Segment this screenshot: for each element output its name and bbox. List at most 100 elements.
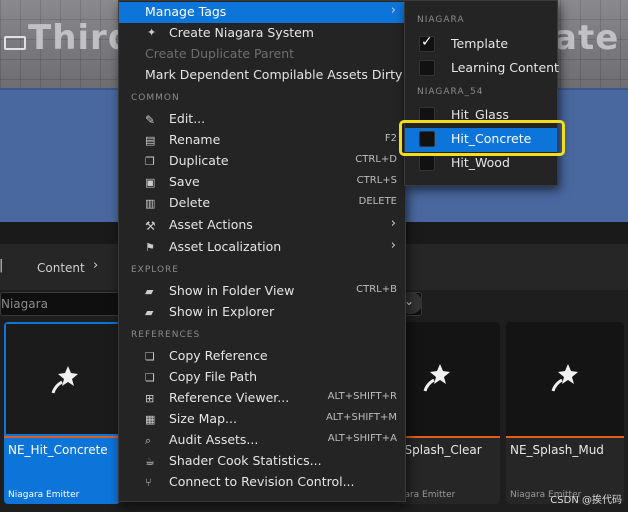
asset-name: NE_Splash_Mud xyxy=(510,443,604,457)
shortcut-label: CTRL+S xyxy=(356,175,397,186)
pencil-icon: ✎ xyxy=(145,113,156,127)
asset-type: Niagara Emitter xyxy=(8,490,80,500)
menu-item-label: Edit... xyxy=(169,111,206,126)
menu-item-label: Size Map... xyxy=(169,411,237,426)
shortcut-label: F2 xyxy=(384,133,397,144)
section-header-references: REFERENCES xyxy=(131,330,201,340)
menu-item-label: Connect to Revision Control... xyxy=(169,474,355,489)
menu-item-shader-cook-statistics[interactable]: ☕ Shader Cook Statistics... xyxy=(119,451,405,472)
wrench-icon: ⚒ xyxy=(145,219,156,233)
menu-item-delete[interactable]: ▥ Delete DELETE xyxy=(119,193,405,214)
section-header-explore: EXPLORE xyxy=(131,265,179,275)
menu-item-reference-viewer[interactable]: ⊞ Reference Viewer... ALT+SHIFT+R xyxy=(119,388,405,409)
breadcrumb-item-content[interactable]: Content xyxy=(37,261,85,275)
menu-item-size-map[interactable]: ▦ Size Map... ALT+SHIFT+M xyxy=(119,409,405,430)
stats-icon: ☕ xyxy=(145,455,155,468)
audit-icon: ⌕ xyxy=(145,434,152,447)
menu-item-mark-dependent-dirty[interactable]: Mark Dependent Compilable Assets Dirty xyxy=(119,65,405,86)
chevron-right-icon: › xyxy=(93,258,99,273)
menu-item-label: Manage Tags xyxy=(145,4,227,19)
tag-label: Learning Content xyxy=(451,60,559,75)
menu-item-audit-assets[interactable]: ⌕ Audit Assets... ALT+SHIFT+A xyxy=(119,430,405,451)
checkbox[interactable] xyxy=(419,60,435,76)
menu-item-asset-localization[interactable]: ⚑ Asset Localization › xyxy=(119,237,405,258)
chevron-right-icon: › xyxy=(390,238,396,253)
menu-item-label: Shader Cook Statistics... xyxy=(169,453,322,468)
menu-item-edit[interactable]: ✎ Edit... xyxy=(119,109,405,130)
menu-item-label: Mark Dependent Compilable Assets Dirty xyxy=(145,67,403,82)
highlight-annotation xyxy=(399,120,565,156)
asset-type-bar xyxy=(4,436,120,438)
menu-item-label: Create Niagara System xyxy=(169,25,314,40)
copy-icon: ❏ xyxy=(145,350,155,363)
asset-thumbnail xyxy=(506,322,624,436)
shortcut-label: CTRL+B xyxy=(356,284,397,295)
menu-item-show-in-folder-view[interactable]: ▰ Show in Folder View CTRL+B xyxy=(119,281,405,302)
shortcut-label: ALT+SHIFT+A xyxy=(327,433,397,444)
tag-item-learning-content[interactable]: Learning Content xyxy=(405,57,559,81)
section-header-niagara: NIAGARA xyxy=(417,15,465,25)
menu-item-label: Asset Localization xyxy=(169,239,282,254)
manage-tags-submenu: NIAGARA ✓ Template Learning Content NIAG… xyxy=(404,0,559,186)
menu-item-label: Audit Assets... xyxy=(169,432,259,447)
menu-item-save[interactable]: ▣ Save CTRL+S xyxy=(119,172,405,193)
chevron-right-icon: | xyxy=(0,258,4,273)
tag-item-template[interactable]: ✓ Template xyxy=(405,33,557,57)
menu-item-copy-file-path[interactable]: ❏ Copy File Path xyxy=(119,367,405,388)
asset-thumbnail xyxy=(392,322,500,436)
shortcut-label: ALT+SHIFT+M xyxy=(325,412,397,423)
menu-item-label: Delete xyxy=(169,195,211,210)
size-map-icon: ▦ xyxy=(145,413,156,426)
menu-item-label: Rename xyxy=(169,132,221,147)
checkmark-icon: ✓ xyxy=(421,34,433,50)
menu-item-label: Show in Folder View xyxy=(169,283,295,298)
checkbox[interactable]: ✓ xyxy=(419,34,435,52)
asset-tile-ne-splash-mud[interactable]: NE_Splash_Mud Niagara Emitter xyxy=(506,322,624,504)
niagara-emitter-icon: ✦ xyxy=(147,26,157,39)
checkbox[interactable] xyxy=(419,155,435,171)
tag-label: Hit_Wood xyxy=(451,155,510,170)
shortcut-label: ALT+SHIFT+R xyxy=(327,391,397,402)
viewport-banner-text-right: ate xyxy=(554,18,620,58)
asset-tile-ne-hit-concrete[interactable]: NE_Hit_Concrete Niagara Emitter xyxy=(4,322,120,504)
shortcut-label: DELETE xyxy=(358,196,397,207)
asset-context-menu: Manage Tags › ✦ Create Niagara System Cr… xyxy=(118,0,406,502)
niagara-emitter-icon xyxy=(51,366,78,394)
menu-item-label: Reference Viewer... xyxy=(169,390,290,405)
shortcut-label: CTRL+D xyxy=(355,154,397,165)
duplicate-icon: ❐ xyxy=(145,155,155,168)
copy-icon: ❏ xyxy=(145,371,155,384)
menu-item-create-duplicate-parent: Create Duplicate Parent xyxy=(119,44,405,65)
section-header-common: COMMON xyxy=(131,93,180,103)
asset-tile-ne-splash-clear[interactable]: NE_Splash_Clear Niagara Emitter xyxy=(392,322,500,504)
menu-item-label: Copy File Path xyxy=(169,369,258,384)
menu-item-show-in-explorer[interactable]: ▰ Show in Explorer xyxy=(119,302,405,323)
menu-item-label: Save xyxy=(169,174,200,189)
menu-item-copy-reference[interactable]: ❏ Copy Reference xyxy=(119,346,405,367)
menu-item-create-niagara-system[interactable]: ✦ Create Niagara System xyxy=(119,23,405,44)
rename-icon: ▤ xyxy=(145,134,156,147)
menu-item-label: Duplicate xyxy=(169,153,229,168)
tag-label: Template xyxy=(451,36,509,51)
chevron-right-icon: › xyxy=(390,216,396,231)
camera-icon xyxy=(4,36,26,50)
niagara-emitter-icon xyxy=(551,364,578,392)
menu-item-label: Create Duplicate Parent xyxy=(145,46,295,61)
asset-type-bar xyxy=(392,436,500,438)
reference-viewer-icon: ⊞ xyxy=(145,392,155,405)
folder-search-icon: ▰ xyxy=(145,285,154,298)
trash-icon: ▥ xyxy=(145,197,156,210)
menu-item-label: Asset Actions xyxy=(169,217,253,232)
asset-name: NE_Hit_Concrete xyxy=(8,443,108,457)
menu-item-duplicate[interactable]: ❐ Duplicate CTRL+D xyxy=(119,151,405,172)
menu-item-connect-revision-control[interactable]: ⑂ Connect to Revision Control... xyxy=(119,472,405,493)
folder-search-icon: ▰ xyxy=(145,306,154,319)
revision-icon: ⑂ xyxy=(145,476,152,489)
watermark: CSDN @挨代码 xyxy=(550,495,622,506)
menu-item-rename[interactable]: ▤ Rename F2 xyxy=(119,130,405,151)
menu-item-manage-tags[interactable]: Manage Tags › xyxy=(119,2,405,23)
menu-item-label: Copy Reference xyxy=(169,348,268,363)
menu-item-asset-actions[interactable]: ⚒ Asset Actions › xyxy=(119,215,405,236)
asset-thumbnail xyxy=(4,322,120,436)
chevron-right-icon: › xyxy=(390,3,396,18)
